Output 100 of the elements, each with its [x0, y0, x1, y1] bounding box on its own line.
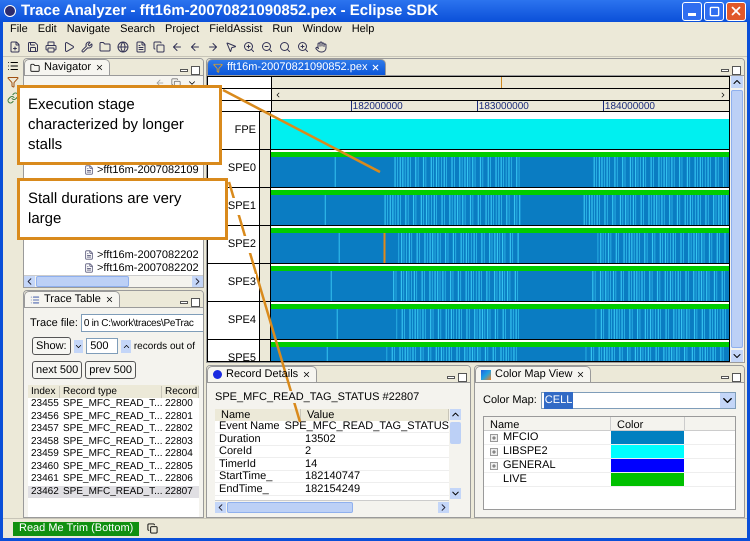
new-file-icon[interactable]	[9, 40, 21, 52]
maximize-icon[interactable]	[458, 373, 467, 382]
scroll-thumb[interactable]	[731, 90, 743, 348]
scroll-down-icon[interactable]	[731, 350, 743, 362]
scroll-right-icon[interactable]	[192, 276, 203, 287]
close-icon[interactable]	[576, 370, 586, 379]
back-icon[interactable]	[171, 40, 183, 52]
menu-item[interactable]: Search	[115, 21, 160, 38]
printer-icon[interactable]	[45, 40, 57, 52]
annotation-callout: Stall durations are very large	[17, 178, 228, 240]
expand-icon[interactable]	[490, 434, 498, 442]
menu-item[interactable]: Run	[267, 21, 298, 38]
minimize-icon[interactable]	[447, 376, 455, 379]
scroll-up-icon[interactable]	[731, 76, 743, 88]
globe-icon[interactable]	[117, 40, 129, 52]
timeline-scrollbar[interactable]	[272, 89, 729, 100]
panel-tab[interactable]: Navigator	[24, 59, 110, 75]
app-icon	[4, 5, 16, 17]
horizontal-scrollbar[interactable]	[215, 500, 449, 513]
hand-icon[interactable]	[315, 40, 327, 52]
menu-item[interactable]: Help	[346, 21, 380, 38]
scroll-thumb[interactable]	[450, 422, 461, 444]
lane-label: SPE2	[228, 236, 256, 253]
maximize-icon[interactable]	[732, 373, 741, 382]
document-icon[interactable]	[135, 40, 147, 52]
maximize-button[interactable]	[704, 2, 724, 20]
color-map-row[interactable]: GENERAL	[484, 459, 735, 473]
maximize-icon[interactable]	[191, 298, 200, 307]
table-cell-text: GENERAL	[503, 458, 556, 474]
panel-tab[interactable]: Trace Table	[24, 291, 120, 307]
wrench-icon[interactable]	[81, 40, 93, 52]
table-row[interactable]: 23462 SPE_MFC_READ_T... 22807	[28, 486, 199, 498]
close-icon[interactable]	[104, 295, 114, 304]
minimize-icon[interactable]	[180, 301, 188, 304]
tree-item[interactable]: >fft16m-2007082202	[84, 262, 203, 275]
trace-file-field[interactable]: 0 in C:\work\traces\PeTrac	[80, 314, 203, 332]
scroll-up-icon[interactable]	[450, 408, 461, 420]
column-header[interactable]: Value	[307, 408, 334, 420]
count-field[interactable]: 500	[86, 338, 118, 354]
show-button[interactable]: Show:	[32, 337, 71, 355]
color-map-row[interactable]: MFCIO	[484, 431, 735, 445]
menu-item[interactable]: Project	[160, 21, 204, 38]
minimize-icon[interactable]	[721, 376, 729, 379]
minimize-icon[interactable]	[180, 69, 188, 72]
color-map-row[interactable]: LIVE	[484, 473, 735, 487]
menu-item[interactable]: File	[5, 21, 33, 38]
menu-item[interactable]: Edit	[32, 21, 62, 38]
zoom-in-icon[interactable]	[243, 40, 255, 52]
scroll-thumb[interactable]	[36, 276, 129, 287]
folder-icon[interactable]	[99, 40, 111, 52]
expand-icon[interactable]	[490, 448, 498, 456]
tree-item[interactable]: >fft16m-2007082202	[84, 248, 203, 262]
forward-icon[interactable]	[207, 40, 219, 52]
menu-item[interactable]: FieldAssist	[204, 21, 268, 38]
menu-item[interactable]: Navigate	[62, 21, 116, 38]
scroll-thumb[interactable]	[227, 502, 353, 512]
panel-tab[interactable]: fft16m-20070821090852.pex	[207, 59, 386, 75]
save-icon[interactable]	[27, 40, 39, 52]
maximize-icon	[708, 6, 720, 16]
tree-item[interactable]: >fft16m-2007082109	[84, 164, 203, 177]
table-cell-text: 13502	[304, 432, 337, 445]
scroll-left-icon[interactable]	[274, 90, 282, 98]
table-cell-text: 182140747	[304, 470, 362, 482]
column-header[interactable]: Name	[484, 417, 611, 430]
minimize-button[interactable]	[682, 2, 702, 20]
arrow-left-icon[interactable]	[189, 40, 201, 52]
table-cell-text: SPE_MFC_READ_T...	[62, 486, 162, 498]
copy-icon[interactable]	[153, 40, 165, 52]
panel-tab[interactable]: Color Map View	[475, 366, 592, 382]
page-button[interactable]: next 500	[32, 361, 82, 379]
decrement-button[interactable]	[74, 340, 84, 352]
increment-button[interactable]	[121, 340, 131, 352]
expand-icon[interactable]	[490, 462, 498, 470]
scroll-right-icon[interactable]	[438, 502, 449, 512]
scroll-left-icon[interactable]	[215, 502, 226, 512]
horizontal-scrollbar[interactable]	[24, 274, 203, 287]
color-map-select[interactable]: CELL	[540, 392, 736, 409]
column-header[interactable]: Color	[611, 417, 685, 430]
maximize-icon[interactable]	[732, 66, 741, 75]
page-button[interactable]: prev 500	[85, 361, 136, 379]
close-icon[interactable]	[302, 370, 312, 379]
search-icon[interactable]	[279, 40, 291, 52]
caret-icon[interactable]	[720, 393, 735, 408]
lane-label: SPE1	[228, 198, 256, 215]
fast-view-icon[interactable]	[147, 523, 158, 534]
column-header[interactable]: Name	[221, 408, 250, 420]
menu-item[interactable]: Window	[298, 21, 347, 38]
close-icon[interactable]	[95, 63, 104, 72]
pointer-icon[interactable]	[225, 40, 237, 52]
minimize-icon[interactable]	[721, 69, 729, 72]
zoom-out-icon[interactable]	[261, 40, 273, 52]
scroll-down-icon[interactable]	[450, 488, 461, 499]
run-icon[interactable]	[63, 40, 75, 52]
color-map-row[interactable]: LIBSPE2	[484, 445, 735, 459]
close-button[interactable]	[726, 2, 746, 20]
maximize-icon[interactable]	[191, 66, 200, 75]
scroll-left-icon[interactable]	[24, 276, 35, 287]
read-me-trim[interactable]: Read Me Trim (Bottom)	[13, 522, 140, 536]
scroll-right-icon[interactable]	[719, 90, 727, 98]
vertical-scrollbar[interactable]	[730, 76, 744, 362]
